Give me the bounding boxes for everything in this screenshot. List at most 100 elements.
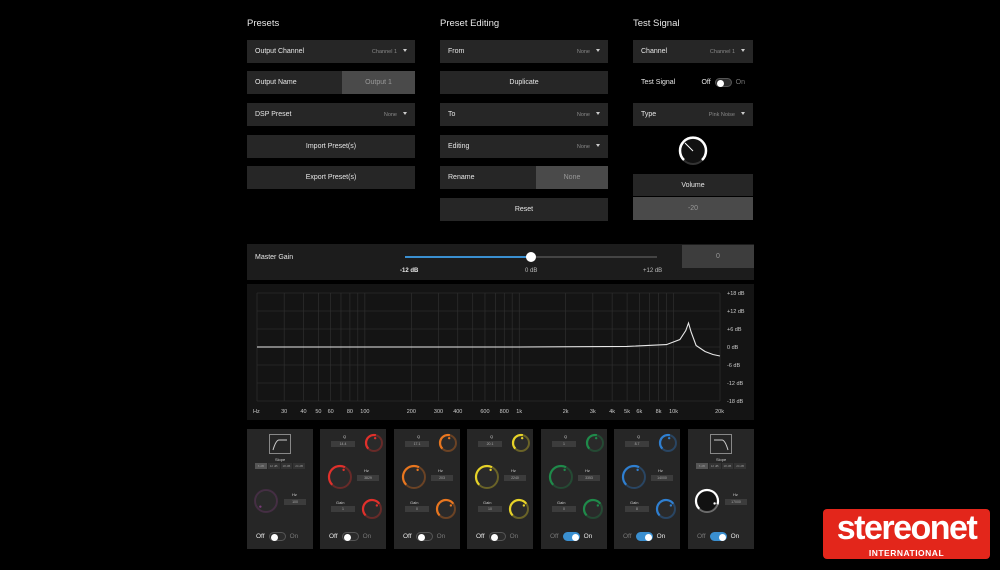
q-knob[interactable]	[585, 433, 605, 453]
slope-option[interactable]: 18 dB	[280, 463, 293, 469]
band-off-label: Off	[403, 533, 412, 540]
editing-label: Editing	[448, 143, 470, 150]
x-tick-label: 800	[500, 409, 509, 415]
hz-value-field[interactable]: 3829	[357, 475, 379, 481]
editing-select[interactable]: Editing None	[440, 135, 608, 158]
frequency-knob[interactable]	[253, 488, 279, 514]
reset-button[interactable]: Reset	[440, 198, 608, 221]
output-name-label: Output Name	[255, 79, 297, 86]
stereonet-logo: stereonet INTERNATIONAL	[823, 509, 990, 559]
gain-value-field[interactable]: 8	[625, 506, 649, 512]
q-knob[interactable]	[364, 433, 384, 453]
band-enable-toggle[interactable]	[341, 532, 359, 541]
eq-graph[interactable]: +18 dB +12 dB +6 dB 0 dB -6 dB -12 dB -18 dB Hz…	[247, 284, 754, 420]
q-value-field[interactable]: 20.1	[478, 441, 502, 447]
eq-band-panel: Q 14.4 Hz 3829 Gain 1 Off On	[320, 429, 386, 549]
from-select[interactable]: From None	[440, 40, 608, 63]
test-signal-title: Test Signal	[633, 18, 680, 29]
export-presets-button[interactable]: Export Preset(s)	[247, 166, 415, 189]
rename-field[interactable]: None	[536, 166, 608, 189]
hz-label: Hz	[658, 468, 663, 473]
import-presets-button[interactable]: Import Preset(s)	[247, 135, 415, 158]
hz-value-field[interactable]: 2240	[504, 475, 526, 481]
x-tick-label: 80	[347, 409, 353, 415]
hz-value-field[interactable]: 3353	[578, 475, 600, 481]
gain-value-field[interactable]: 0	[405, 506, 429, 512]
band-enable-toggle[interactable]	[488, 532, 506, 541]
q-value-field[interactable]: 17.1	[405, 441, 429, 447]
master-gain-value-field[interactable]: 0	[682, 245, 754, 268]
chevron-down-icon	[596, 112, 600, 115]
toggle-knob	[716, 79, 724, 87]
test-signal-toggle[interactable]	[714, 78, 732, 87]
band-on-label: On	[289, 533, 299, 540]
rename-label: Rename	[448, 174, 475, 181]
hz-value-field[interactable]: 14000	[651, 475, 673, 481]
frequency-knob[interactable]	[327, 464, 353, 490]
gain-knob[interactable]	[655, 498, 677, 520]
volume-label: Volume	[633, 174, 753, 196]
band-enable-toggle[interactable]	[635, 532, 653, 541]
duplicate-button[interactable]: Duplicate	[440, 71, 608, 94]
gain-value-field[interactable]: 1	[331, 506, 355, 512]
gain-value-field[interactable]: 0	[552, 506, 576, 512]
type-select[interactable]: Type Pink Noise	[633, 103, 753, 126]
q-value-field[interactable]: 1	[552, 441, 576, 447]
gain-knob[interactable]	[435, 498, 457, 520]
gain-label: Gain	[483, 500, 492, 505]
band-off-label: Off	[550, 533, 559, 540]
band-enable-toggle[interactable]	[268, 532, 286, 541]
slope-option[interactable]: 24 dB	[734, 463, 746, 469]
q-value-field[interactable]: 14.4	[331, 441, 355, 447]
gain-label: Gain	[630, 500, 639, 505]
q-knob[interactable]	[511, 433, 531, 453]
slope-option[interactable]: 24 dB	[293, 463, 305, 469]
to-select[interactable]: To None	[440, 103, 608, 126]
frequency-knob[interactable]	[694, 488, 720, 514]
y-tick-label: 0 dB	[727, 345, 739, 351]
output-channel-select[interactable]: Output Channel Channel 1	[247, 40, 415, 63]
output-name-field[interactable]: Output 1	[342, 71, 415, 94]
slope-option[interactable]: 18 dB	[721, 463, 734, 469]
gain-knob[interactable]	[361, 498, 383, 520]
eq-band-panel: Slope 6 dB 12 dB 18 dB 24 dB Hz 100 Off On	[247, 429, 313, 549]
hz-value-field[interactable]: 203	[431, 475, 453, 481]
frequency-knob[interactable]	[474, 464, 500, 490]
band-enable-toggle[interactable]	[709, 532, 727, 541]
band-enable-toggle[interactable]	[562, 532, 580, 541]
band-enable-row: Off On	[329, 532, 371, 541]
band-enable-row: Off On	[697, 532, 739, 541]
x-tick-label: 100	[360, 409, 369, 415]
slope-option[interactable]: 12 dB	[267, 463, 280, 469]
band-off-label: Off	[256, 533, 265, 540]
band-enable-toggle[interactable]	[415, 532, 433, 541]
gain-knob[interactable]	[508, 498, 530, 520]
volume-value-field[interactable]: -20	[633, 197, 753, 220]
frequency-knob[interactable]	[621, 464, 647, 490]
master-gain-slider-track[interactable]	[405, 252, 657, 262]
volume-knob[interactable]	[677, 135, 709, 167]
gain-knob[interactable]	[582, 498, 604, 520]
gain-value-field[interactable]: 10	[478, 506, 502, 512]
dsp-preset-select[interactable]: DSP Preset None	[247, 103, 415, 126]
frequency-knob[interactable]	[548, 464, 574, 490]
slope-option[interactable]: 12 dB	[708, 463, 721, 469]
q-value-field[interactable]: 8.7	[625, 441, 649, 447]
hz-value-field[interactable]: 17000	[725, 499, 747, 505]
dsp-preset-label: DSP Preset	[255, 111, 292, 118]
q-knob[interactable]	[438, 433, 458, 453]
frequency-knob[interactable]	[401, 464, 427, 490]
test-channel-select[interactable]: Channel Channel 1	[633, 40, 753, 63]
hz-value-field[interactable]: 100	[284, 499, 306, 505]
output-channel-value: Channel 1	[371, 48, 397, 55]
slope-option[interactable]: 6 dB	[255, 463, 267, 469]
slope-option[interactable]: 6 dB	[696, 463, 708, 469]
band-off-label: Off	[329, 533, 338, 540]
band-enable-row: Off On	[403, 532, 445, 541]
hz-label: Hz	[364, 468, 369, 473]
q-knob[interactable]	[658, 433, 678, 453]
master-gain-slider-handle[interactable]	[526, 252, 536, 262]
editing-value: None	[576, 143, 590, 150]
hz-label: Hz	[438, 468, 443, 473]
test-signal-label: Test Signal	[641, 79, 676, 86]
